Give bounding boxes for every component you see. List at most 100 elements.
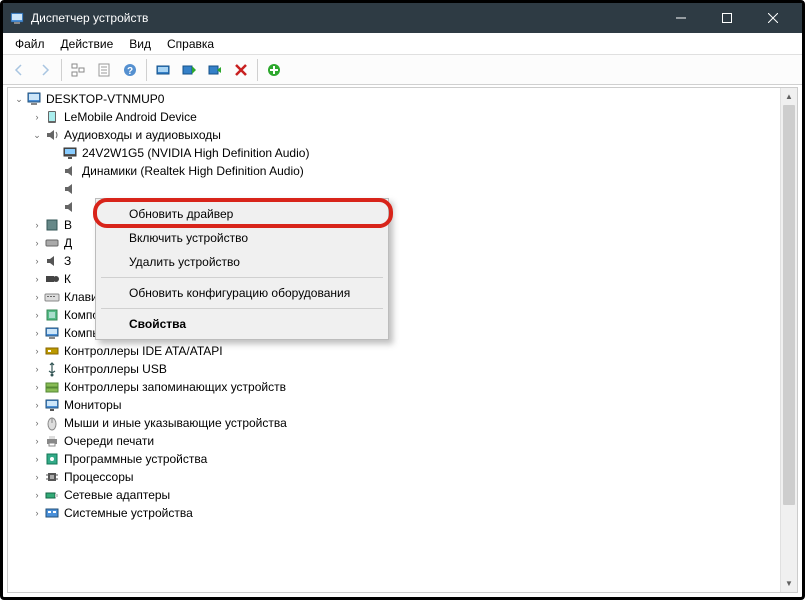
properties-button[interactable] bbox=[92, 58, 116, 82]
expand-icon[interactable]: › bbox=[30, 506, 44, 520]
tree-item[interactable]: › Программные устройства bbox=[8, 450, 797, 468]
tree-item[interactable]: 24V2W1G5 (NVIDIA High Definition Audio) bbox=[8, 144, 797, 162]
expand-icon[interactable]: › bbox=[30, 326, 44, 340]
tree-label: Контроллеры USB bbox=[64, 362, 797, 376]
tree-item-obscured[interactable] bbox=[8, 180, 797, 198]
tree-item[interactable]: › Мониторы bbox=[8, 396, 797, 414]
expand-icon[interactable]: › bbox=[30, 110, 44, 124]
device-tree[interactable]: ⌄ DESKTOP-VTNMUP0 › LeMobile Android Dev… bbox=[8, 88, 797, 592]
tree-label: Процессоры bbox=[64, 470, 797, 484]
scroll-down-arrow[interactable]: ▼ bbox=[781, 575, 797, 592]
processor-icon bbox=[44, 469, 60, 485]
menu-view[interactable]: Вид bbox=[121, 35, 159, 53]
network-adapter-icon bbox=[44, 487, 60, 503]
software-component-icon bbox=[44, 307, 60, 323]
help-toolbar-button[interactable]: ? bbox=[118, 58, 142, 82]
tree-root[interactable]: ⌄ DESKTOP-VTNMUP0 bbox=[8, 90, 797, 108]
expand-icon[interactable]: › bbox=[30, 272, 44, 286]
show-tree-button[interactable] bbox=[66, 58, 90, 82]
tree-item[interactable]: › Сетевые адаптеры bbox=[8, 486, 797, 504]
enable-device-button[interactable] bbox=[203, 58, 227, 82]
scan-hardware-button[interactable] bbox=[151, 58, 175, 82]
disk-icon bbox=[44, 235, 60, 251]
context-menu: Обновить драйвер Включить устройство Уда… bbox=[95, 198, 389, 340]
context-scan-hardware[interactable]: Обновить конфигурацию оборудования bbox=[99, 281, 385, 305]
tree-item[interactable]: › Системные устройства bbox=[8, 504, 797, 522]
menu-action[interactable]: Действие bbox=[53, 35, 122, 53]
device-icon bbox=[44, 217, 60, 233]
context-enable-device[interactable]: Включить устройство bbox=[99, 226, 385, 250]
tree-label: Мониторы bbox=[64, 398, 797, 412]
toolbar-separator bbox=[61, 59, 62, 81]
update-driver-button[interactable] bbox=[177, 58, 201, 82]
expand-icon[interactable]: › bbox=[30, 218, 44, 232]
tree-label: LeMobile Android Device bbox=[64, 110, 797, 124]
uninstall-button[interactable] bbox=[229, 58, 253, 82]
ide-controller-icon bbox=[44, 343, 60, 359]
forward-button bbox=[33, 58, 57, 82]
minimize-button[interactable] bbox=[658, 3, 704, 33]
tree-item[interactable]: › Процессоры bbox=[8, 468, 797, 486]
tree-label: Контроллеры запоминающих устройств bbox=[64, 380, 797, 394]
app-icon bbox=[9, 10, 25, 26]
usb-icon bbox=[44, 361, 60, 377]
context-update-driver[interactable]: Обновить драйвер bbox=[99, 202, 385, 226]
expand-icon[interactable]: › bbox=[30, 308, 44, 322]
scroll-track[interactable] bbox=[781, 105, 797, 575]
tree-item[interactable]: Динамики (Realtek High Definition Audio) bbox=[8, 162, 797, 180]
add-hardware-button[interactable] bbox=[262, 58, 286, 82]
software-device-icon bbox=[44, 451, 60, 467]
tree-item[interactable]: › Контроллеры USB bbox=[8, 360, 797, 378]
context-properties[interactable]: Свойства bbox=[99, 312, 385, 336]
camera-icon bbox=[44, 271, 60, 287]
maximize-button[interactable] bbox=[704, 3, 750, 33]
toolbar-separator bbox=[146, 59, 147, 81]
expand-icon[interactable]: › bbox=[30, 380, 44, 394]
tree-item[interactable]: ⌄ Аудиовходы и аудиовыходы bbox=[8, 126, 797, 144]
tree-item[interactable]: › LeMobile Android Device bbox=[8, 108, 797, 126]
expand-icon[interactable]: › bbox=[30, 488, 44, 502]
tree-item[interactable]: › Контроллеры IDE ATA/ATAPI bbox=[8, 342, 797, 360]
expand-icon[interactable]: › bbox=[30, 470, 44, 484]
tree-item[interactable]: › Очереди печати bbox=[8, 432, 797, 450]
expand-icon[interactable]: › bbox=[30, 362, 44, 376]
tree-label: 24V2W1G5 (NVIDIA High Definition Audio) bbox=[82, 146, 797, 160]
expand-icon[interactable]: › bbox=[30, 398, 44, 412]
window-title: Диспетчер устройств bbox=[31, 11, 658, 25]
vertical-scrollbar[interactable]: ▲ ▼ bbox=[780, 88, 797, 592]
expand-icon[interactable]: › bbox=[30, 290, 44, 304]
printer-icon bbox=[44, 433, 60, 449]
collapse-icon[interactable]: ⌄ bbox=[30, 128, 44, 142]
context-separator bbox=[101, 277, 383, 278]
monitor-icon bbox=[62, 145, 78, 161]
menu-help[interactable]: Справка bbox=[159, 35, 222, 53]
expand-icon[interactable]: › bbox=[30, 434, 44, 448]
expand-icon[interactable]: › bbox=[30, 416, 44, 430]
tree-label: Мыши и иные указывающие устройства bbox=[64, 416, 797, 430]
audio-icon bbox=[44, 127, 60, 143]
keyboard-icon bbox=[44, 289, 60, 305]
tree-label: Системные устройства bbox=[64, 506, 797, 520]
toolbar: ? bbox=[3, 55, 802, 85]
system-device-icon bbox=[44, 505, 60, 521]
tree-label: Динамики (Realtek High Definition Audio) bbox=[82, 164, 797, 178]
toolbar-separator bbox=[257, 59, 258, 81]
expand-icon[interactable]: › bbox=[30, 452, 44, 466]
expand-icon[interactable]: › bbox=[30, 254, 44, 268]
tree-label: Сетевые адаптеры bbox=[64, 488, 797, 502]
speaker-icon bbox=[62, 163, 78, 179]
title-bar: Диспетчер устройств bbox=[3, 3, 802, 33]
computer-icon bbox=[26, 91, 42, 107]
menu-file[interactable]: Файл bbox=[7, 35, 53, 53]
tree-item[interactable]: › Мыши и иные указывающие устройства bbox=[8, 414, 797, 432]
scroll-thumb[interactable] bbox=[783, 105, 795, 505]
tree-item[interactable]: › Контроллеры запоминающих устройств bbox=[8, 378, 797, 396]
expand-icon[interactable]: › bbox=[30, 236, 44, 250]
audio-device-icon bbox=[62, 199, 78, 215]
computer-icon bbox=[44, 325, 60, 341]
close-button[interactable] bbox=[750, 3, 796, 33]
scroll-up-arrow[interactable]: ▲ bbox=[781, 88, 797, 105]
collapse-icon[interactable]: ⌄ bbox=[12, 92, 26, 106]
expand-icon[interactable]: › bbox=[30, 344, 44, 358]
context-uninstall-device[interactable]: Удалить устройство bbox=[99, 250, 385, 274]
